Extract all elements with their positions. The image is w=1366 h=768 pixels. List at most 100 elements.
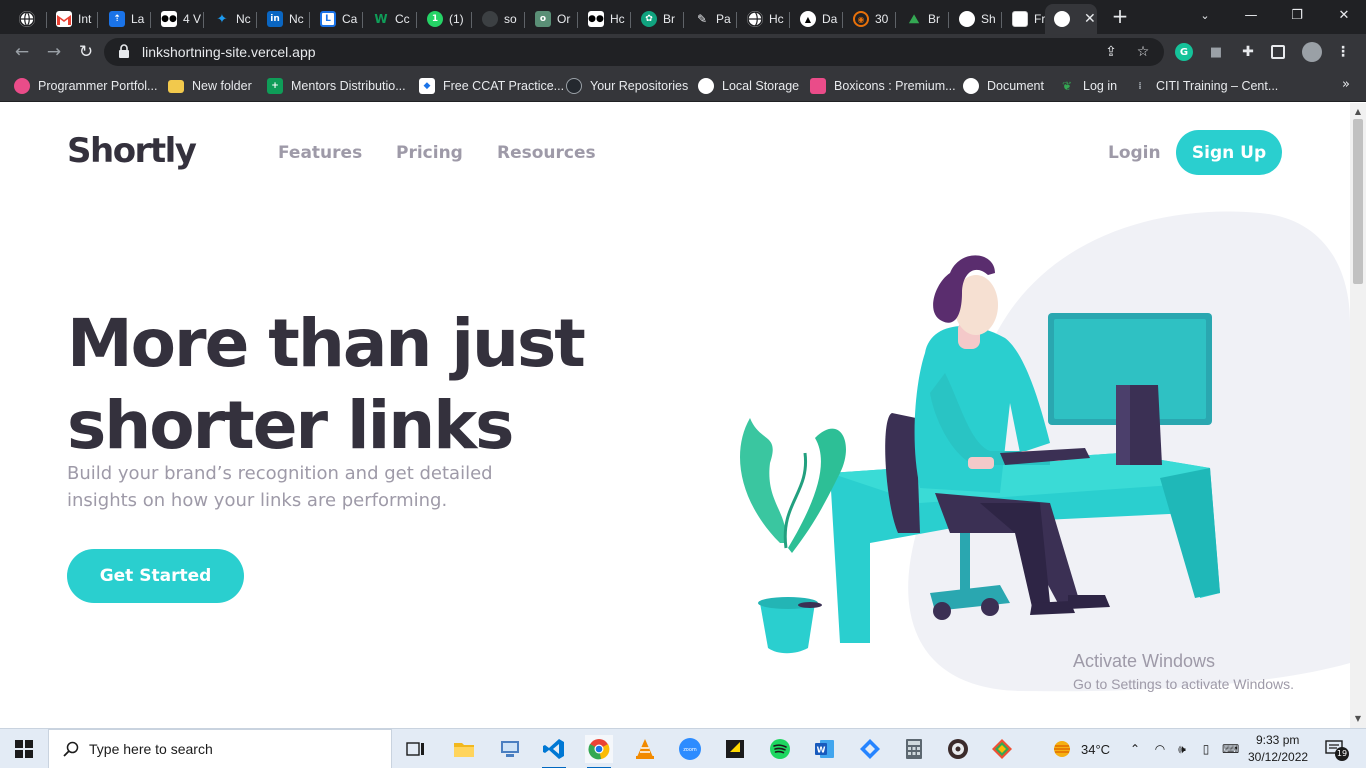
signup-button[interactable]: Sign Up [1176, 130, 1282, 175]
bookmark-star-icon[interactable]: ☆ [1134, 43, 1152, 61]
menu-icon[interactable]: ⋮ [1334, 43, 1352, 61]
temperature-text[interactable]: 34°C [1081, 742, 1110, 757]
start-button[interactable] [0, 729, 48, 768]
browser-tab[interactable]: L Ca [311, 4, 361, 34]
browser-tab-twitter[interactable]: ✦ Nc [205, 4, 255, 34]
scroll-up-arrow[interactable]: ▲ [1350, 105, 1366, 119]
page-icon [1012, 11, 1028, 27]
extensions-icon[interactable]: ✚ [1239, 43, 1257, 61]
show-hidden-icons-icon[interactable]: ⌃ [1127, 741, 1143, 757]
browser-tab-medium[interactable]: ●● 4 V [152, 4, 202, 34]
browser-tab[interactable]: W Cc [364, 4, 414, 34]
leaf-icon: ❦ [1061, 79, 1073, 93]
remote-desktop-icon[interactable] [496, 735, 524, 763]
browser-tab[interactable]: ⛰ Br [897, 4, 947, 34]
clock-date[interactable]: 30/12/2022 [1248, 750, 1308, 764]
browser-tab-active[interactable]: ✕ [1045, 4, 1097, 34]
hero-subtitle: Build your brand’s recognition and get d… [67, 463, 493, 511]
nav-resources[interactable]: Resources [497, 143, 596, 163]
bookmark-item[interactable]: Boxicons : Premium... [810, 77, 956, 95]
close-window-button[interactable]: ✕ [1333, 6, 1355, 26]
vscode-icon[interactable] [540, 735, 568, 768]
profile-avatar[interactable] [1302, 42, 1322, 62]
bookmark-item[interactable]: ◆ Free CCAT Practice... [419, 77, 564, 95]
jira-icon[interactable] [856, 735, 884, 763]
calculator-icon[interactable] [900, 735, 928, 763]
weather-icon[interactable] [1050, 735, 1074, 763]
forward-button[interactable]: → [43, 41, 65, 63]
fire-icon: ◉ [853, 11, 869, 27]
grammarly-icon[interactable]: G [1175, 43, 1193, 61]
tab-strip: Int ⇡ La ●● 4 V ✦ Nc in Nc L Ca W Cc 1 (… [0, 0, 1366, 34]
taskbar-search[interactable]: Type here to search [48, 729, 392, 768]
browser-tab[interactable]: ▲ Da [791, 4, 841, 34]
bookmark-folder[interactable]: New folder [168, 77, 252, 95]
zoom-icon[interactable]: zoom [676, 735, 704, 763]
word-icon[interactable]: W [811, 735, 839, 763]
chatgpt-icon: ✿ [641, 11, 657, 27]
pen-icon: ✎ [696, 12, 708, 26]
phone-link-icon[interactable]: ▯ [1198, 741, 1214, 757]
media-player-icon[interactable] [944, 735, 972, 763]
sticky-notes-icon[interactable] [721, 735, 749, 763]
volume-icon[interactable]: 🕪 [1174, 741, 1190, 757]
notifications-icon[interactable]: 19 [1323, 739, 1349, 761]
minimize-button[interactable]: — [1240, 6, 1262, 26]
nav-features[interactable]: Features [278, 143, 362, 163]
notification-count: 19 [1335, 747, 1349, 761]
reload-button[interactable]: ↻ [75, 41, 97, 63]
address-bar[interactable]: linkshortning-site.vercel.app ⇪ ☆ [104, 38, 1164, 66]
bookmark-item[interactable]: + Mentors Distributio... [267, 77, 406, 95]
bookmark-item[interactable]: Document [963, 77, 1044, 95]
new-tab-button[interactable]: + [1110, 6, 1130, 26]
get-started-button[interactable]: Get Started [67, 549, 244, 603]
bookmark-item[interactable]: ❦ Log in [1059, 77, 1117, 95]
bookmark-item[interactable]: Programmer Portfol... [14, 77, 157, 95]
vlc-icon[interactable] [631, 735, 659, 763]
nav-pricing[interactable]: Pricing [396, 143, 463, 163]
box-icon [810, 78, 826, 94]
bookmark-item[interactable]: Your Repositories [566, 77, 688, 95]
bookmark-item[interactable]: ⁞ CITI Training – Cent... [1132, 77, 1278, 95]
browser-tab[interactable]: ⇡ La [100, 4, 150, 34]
close-tab-icon[interactable]: ✕ [1084, 11, 1096, 27]
browser-tab[interactable]: ✎ Pa [685, 4, 735, 34]
share-icon[interactable]: ⇪ [1102, 43, 1120, 61]
clock-time[interactable]: 9:33 pm [1256, 733, 1299, 747]
site-logo[interactable]: Shortly [67, 131, 197, 171]
browser-tab-gmail[interactable]: Int [47, 4, 97, 34]
task-view-icon[interactable] [402, 735, 430, 763]
browser-tab-github[interactable]: so [473, 4, 523, 34]
login-link[interactable]: Login [1108, 143, 1161, 163]
scroll-down-arrow[interactable]: ▼ [1350, 712, 1366, 726]
wifi-icon[interactable]: ◠ [1152, 741, 1168, 757]
spotify-icon[interactable] [766, 735, 794, 763]
camera-extension-icon[interactable]: ■ [1207, 43, 1225, 61]
browser-tab-linkedin[interactable]: in Nc [258, 4, 308, 34]
page-scrollbar[interactable]: ▲ ▼ [1350, 103, 1366, 728]
side-panel-icon[interactable] [1271, 45, 1285, 59]
gmail-icon [56, 11, 72, 27]
tab-search-icon[interactable]: ⌄ [1194, 6, 1216, 26]
browser-tab[interactable]: o Or [526, 4, 576, 34]
restore-button[interactable]: ❐ [1286, 6, 1308, 26]
browser-tab[interactable]: Fr [1003, 4, 1047, 34]
browser-tab-medium[interactable]: ●● Hc [579, 4, 629, 34]
browser-tab-whatsapp[interactable]: 1 (1) [418, 4, 470, 34]
svg-text:zoom: zoom [683, 747, 697, 753]
git-icon[interactable] [988, 735, 1016, 763]
bookmark-item[interactable]: Local Storage [698, 77, 799, 95]
runner-icon: ⇡ [109, 11, 125, 27]
browser-tab[interactable]: Sh [950, 4, 1000, 34]
browser-tab[interactable] [10, 4, 46, 34]
working-illustration [740, 211, 1350, 692]
back-button[interactable]: ← [11, 41, 33, 63]
more-bookmarks-button[interactable]: » [1342, 77, 1350, 92]
browser-tab[interactable]: Hc [738, 4, 788, 34]
scroll-thumb[interactable] [1353, 119, 1363, 284]
browser-tab[interactable]: ◉ 30 [844, 4, 894, 34]
file-explorer-icon[interactable] [450, 735, 478, 763]
browser-tab-chatgpt[interactable]: ✿ Br [632, 4, 682, 34]
chrome-icon[interactable] [585, 735, 613, 768]
keyboard-layout-icon[interactable]: ⌨ [1222, 741, 1239, 757]
